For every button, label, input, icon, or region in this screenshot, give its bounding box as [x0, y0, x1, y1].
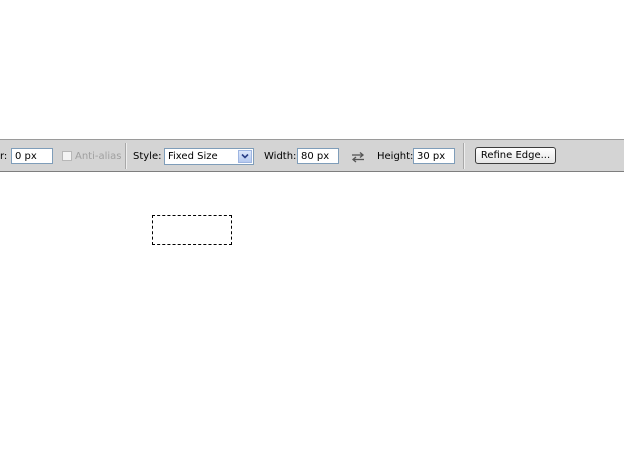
style-select[interactable]: Fixed Size [164, 148, 254, 165]
toolbar-separator [463, 143, 465, 169]
options-bar: r: Anti-alias Style: Fixed Size Width: H… [0, 139, 624, 172]
antialias-checkbox[interactable] [62, 151, 72, 161]
swap-arrows-icon[interactable] [351, 151, 365, 163]
feather-label: r: [0, 151, 8, 162]
width-input[interactable] [297, 148, 339, 164]
selection-marquee[interactable] [152, 215, 232, 245]
height-label: Height: [377, 151, 414, 162]
toolbar-separator [125, 143, 127, 169]
style-label: Style: [133, 151, 162, 162]
feather-input[interactable] [11, 148, 53, 164]
antialias-label: Anti-alias [75, 151, 122, 162]
width-label: Width: [264, 151, 297, 162]
refine-edge-button[interactable]: Refine Edge... [475, 147, 556, 164]
height-input[interactable] [413, 148, 455, 164]
style-select-value: Fixed Size [168, 151, 218, 162]
chevron-down-icon[interactable] [238, 150, 252, 163]
